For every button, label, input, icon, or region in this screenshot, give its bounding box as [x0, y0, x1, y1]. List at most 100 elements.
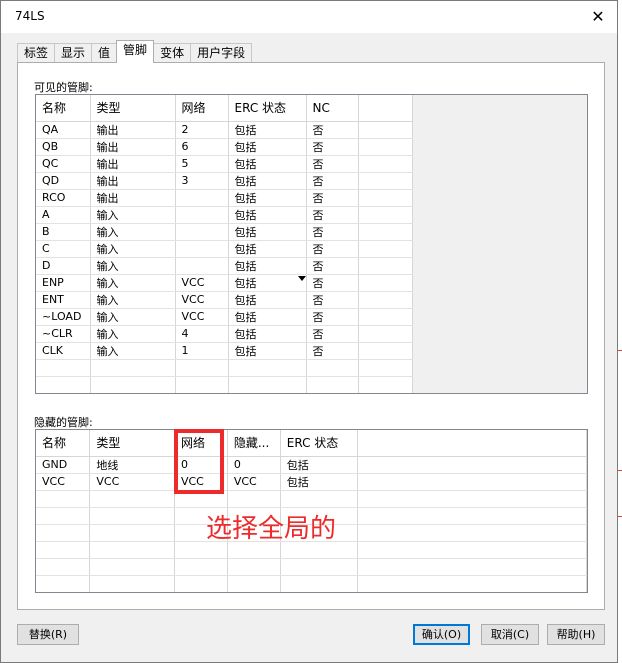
table-cell[interactable]: 包括 — [228, 172, 307, 190]
table-cell[interactable]: 否 — [306, 342, 359, 360]
table-cell[interactable] — [358, 291, 413, 309]
table-row[interactable]: D 输入 包括否 — [36, 257, 413, 275]
table-cell[interactable] — [175, 206, 229, 224]
table-cell[interactable] — [358, 155, 413, 173]
table-cell[interactable]: 0 — [227, 456, 281, 474]
table-cell[interactable]: 否 — [306, 121, 359, 139]
table-cell[interactable]: A — [36, 206, 91, 224]
table-row[interactable]: RCO 输出 包括否 — [36, 189, 413, 207]
tab-value[interactable]: 值 — [91, 43, 118, 63]
table-cell[interactable]: VCC — [175, 274, 229, 292]
table-row[interactable]: QD 输出 3 包括否 — [36, 172, 413, 190]
table-cell[interactable]: 否 — [306, 189, 359, 207]
table-cell[interactable]: ENP — [36, 274, 91, 292]
tab-variant[interactable]: 变体 — [153, 43, 192, 63]
table-cell[interactable]: 包括 — [228, 291, 307, 309]
table-cell[interactable]: 否 — [306, 223, 359, 241]
table-row[interactable]: CLK 输入 1 包括否 — [36, 342, 413, 360]
table-cell[interactable]: 输入 — [90, 325, 176, 343]
table-cell[interactable]: 否 — [306, 257, 359, 275]
table-cell[interactable] — [175, 240, 229, 258]
table-cell[interactable]: ENT — [36, 291, 91, 309]
column-header-type[interactable]: 类型 — [90, 95, 176, 122]
table-cell[interactable] — [358, 240, 413, 258]
table-cell[interactable]: 5 — [175, 155, 229, 173]
tab-pins[interactable]: 管脚 — [116, 40, 155, 63]
tab-display[interactable]: 显示 — [54, 43, 93, 63]
table-cell[interactable] — [358, 206, 413, 224]
table-cell[interactable]: QA — [36, 121, 91, 139]
table-cell[interactable]: 输出 — [90, 138, 176, 156]
table-row[interactable]: ~CLR 输入 4 包括否 — [36, 325, 413, 343]
tab-label[interactable]: 标签 — [17, 43, 56, 63]
table-cell[interactable]: 包括 — [280, 473, 358, 491]
cancel-button[interactable]: 取消(C) — [481, 624, 539, 645]
table-cell[interactable]: 输入 — [90, 291, 176, 309]
visible-pins-grid[interactable]: 名称 类型 网络 ERC 状态 NC QA 输出 2 包括否 QB 输出 6 包括否 QC 输出 5… — [35, 94, 588, 394]
table-cell[interactable]: 包括 — [228, 342, 307, 360]
table-cell[interactable]: 否 — [306, 206, 359, 224]
table-cell[interactable]: 包括 — [228, 223, 307, 241]
table-row[interactable]: QA 输出 2 包括否 — [36, 121, 413, 139]
table-cell[interactable]: 地线 — [89, 456, 175, 474]
table-cell[interactable]: VCC — [227, 473, 281, 491]
table-cell[interactable] — [358, 223, 413, 241]
table-cell[interactable]: 包括 — [228, 155, 307, 173]
table-cell[interactable]: ~CLR — [36, 325, 91, 343]
table-cell[interactable] — [358, 257, 413, 275]
table-cell[interactable]: 2 — [175, 121, 229, 139]
table-row[interactable]: B 输入 包括否 — [36, 223, 413, 241]
table-cell[interactable] — [358, 121, 413, 139]
table-cell[interactable]: CLK — [36, 342, 91, 360]
table-cell[interactable]: 输出 — [90, 121, 176, 139]
table-row[interactable]: QB 输出 6 包括否 — [36, 138, 413, 156]
table-row[interactable]: QC 输出 5 包括否 — [36, 155, 413, 173]
table-cell[interactable]: GND — [36, 456, 91, 474]
table-cell[interactable]: 包括 — [228, 121, 307, 139]
table-cell[interactable]: 否 — [306, 138, 359, 156]
table-cell[interactable]: 包括 — [228, 206, 307, 224]
table-row[interactable]: ~LOAD 输入 VCC 包括否 — [36, 308, 413, 326]
column-header-name[interactable]: 名称 — [36, 430, 91, 457]
table-cell[interactable]: 包括 — [228, 138, 307, 156]
column-header-erc-status[interactable]: ERC 状态 — [228, 95, 307, 122]
table-cell[interactable]: 包括 — [280, 456, 358, 474]
help-button[interactable]: 帮助(H) — [547, 624, 605, 645]
table-cell[interactable]: 输出 — [90, 172, 176, 190]
table-cell[interactable]: 3 — [175, 172, 229, 190]
close-icon[interactable]: ✕ — [587, 6, 609, 28]
table-cell[interactable]: VCC — [175, 308, 229, 326]
table-cell[interactable]: 输入 — [90, 206, 176, 224]
column-header-erc-status[interactable]: ERC 状态 — [280, 430, 358, 457]
table-cell[interactable]: 包括 — [228, 240, 307, 258]
table-cell[interactable] — [358, 172, 413, 190]
table-cell[interactable]: 包括 — [228, 308, 307, 326]
replace-button[interactable]: 替换(R) — [17, 624, 79, 645]
table-cell[interactable]: 否 — [306, 274, 359, 292]
table-cell[interactable] — [175, 223, 229, 241]
table-row[interactable]: C 输入 包括否 — [36, 240, 413, 258]
table-cell[interactable]: QD — [36, 172, 91, 190]
table-cell[interactable]: 1 — [175, 342, 229, 360]
table-cell[interactable] — [357, 456, 587, 474]
table-cell[interactable] — [358, 342, 413, 360]
table-cell[interactable] — [358, 308, 413, 326]
table-cell[interactable]: 包括 — [228, 274, 307, 292]
table-cell[interactable]: D — [36, 257, 91, 275]
ok-button[interactable]: 确认(O) — [413, 624, 470, 645]
column-header-hidden[interactable]: 隐藏... — [227, 430, 281, 457]
table-cell[interactable]: 否 — [306, 155, 359, 173]
column-header-net[interactable]: 网络 — [175, 95, 229, 122]
table-cell[interactable]: 输入 — [90, 223, 176, 241]
table-cell[interactable] — [358, 274, 413, 292]
table-cell[interactable] — [358, 325, 413, 343]
table-cell[interactable]: ~LOAD — [36, 308, 91, 326]
table-cell[interactable] — [175, 189, 229, 207]
table-cell[interactable]: 包括 — [228, 189, 307, 207]
table-cell[interactable]: 6 — [175, 138, 229, 156]
table-cell[interactable]: VCC — [175, 291, 229, 309]
table-cell[interactable]: 包括 — [228, 257, 307, 275]
column-header-name[interactable]: 名称 — [36, 95, 91, 122]
table-cell[interactable]: VCC — [89, 473, 175, 491]
table-cell[interactable]: RCO — [36, 189, 91, 207]
